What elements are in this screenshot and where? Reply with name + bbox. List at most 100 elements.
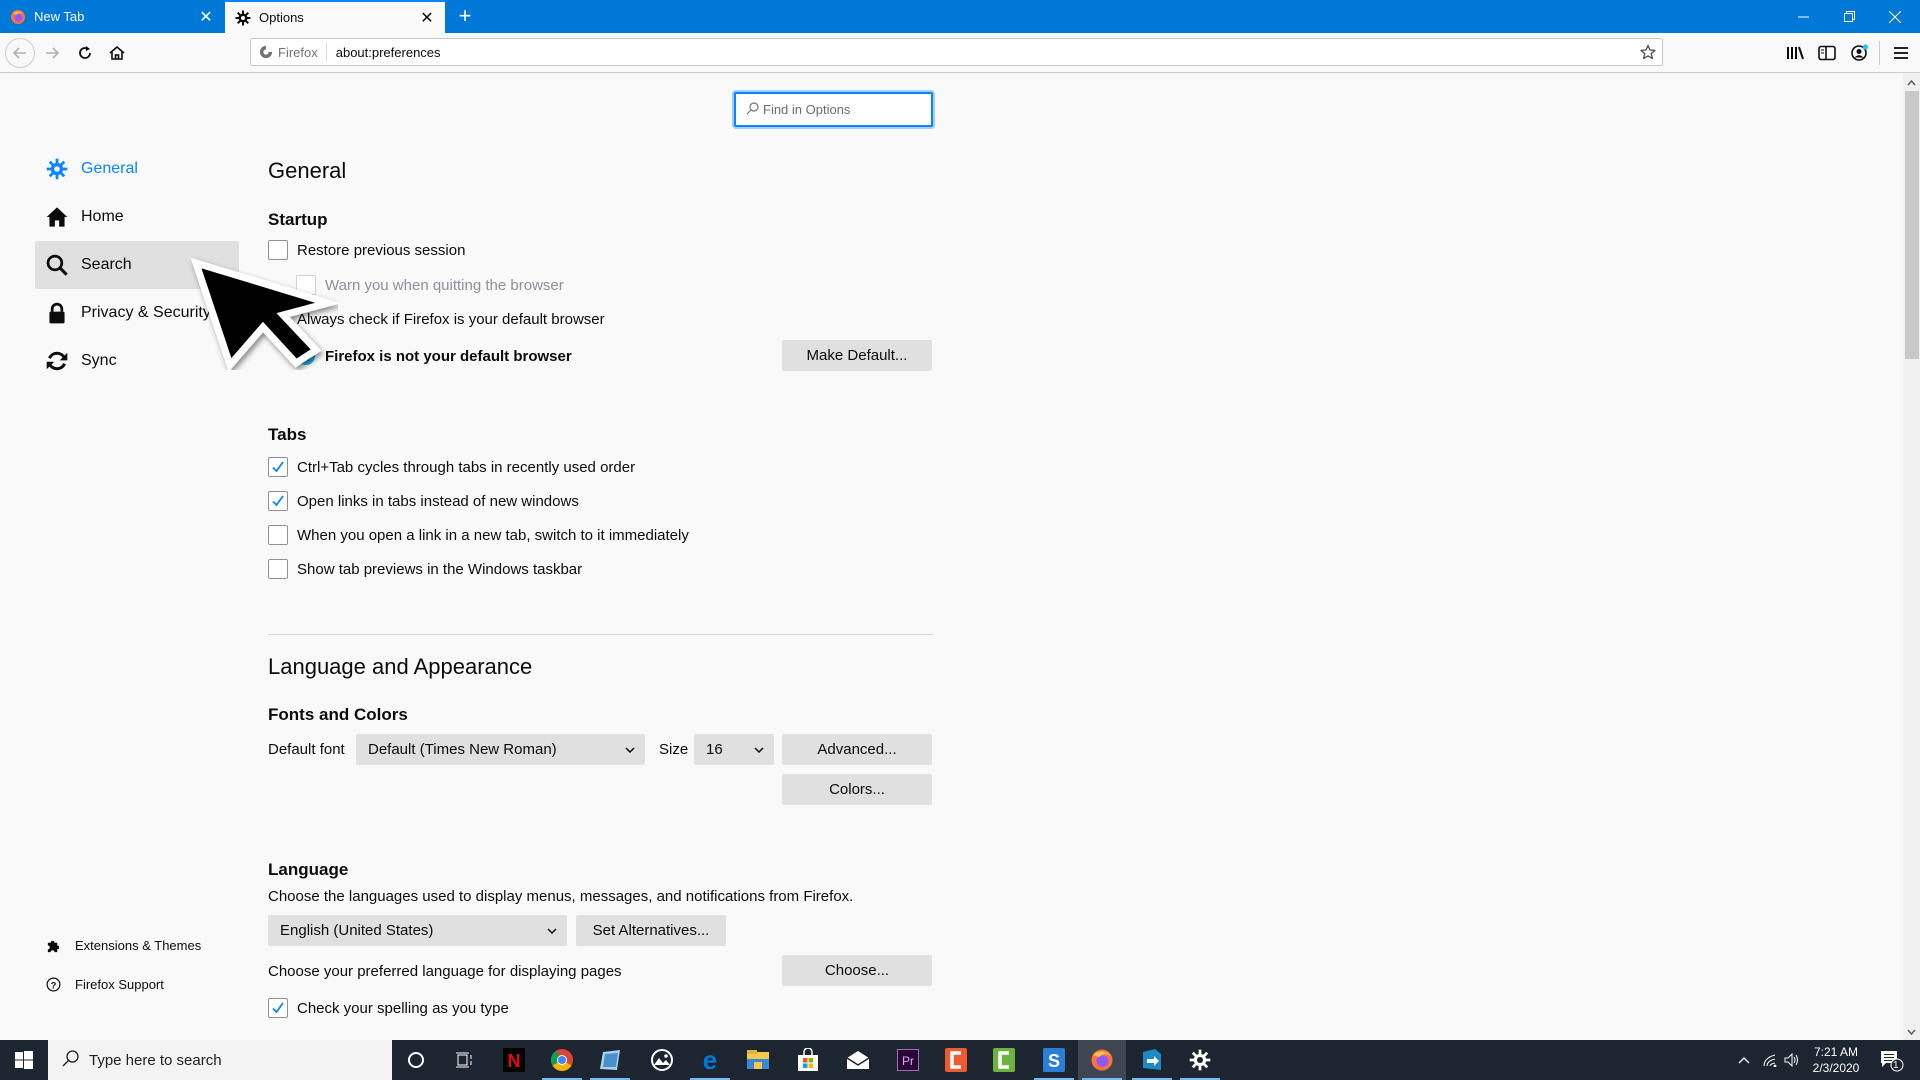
edge-app-icon[interactable]: e	[686, 1040, 734, 1080]
network-icon[interactable]	[1758, 1040, 1782, 1080]
reload-button[interactable]	[70, 38, 100, 68]
ui-language-select[interactable]: English (United States)	[268, 915, 567, 946]
close-tab-icon[interactable]: ✕	[198, 9, 214, 26]
chrome-app-icon[interactable]	[538, 1040, 586, 1080]
sidebar-item-label: Sync	[81, 352, 117, 369]
switch-to-new-tab-option[interactable]: When you open a link in a new tab, switc…	[268, 525, 689, 545]
find-in-options-field[interactable]	[763, 102, 913, 117]
always-check-default-checkbox[interactable]	[268, 309, 288, 329]
snagit-app-icon[interactable]: S	[1030, 1040, 1078, 1080]
sidebar-item-search[interactable]: Search	[35, 241, 239, 289]
show-hidden-icons-chevron[interactable]	[1732, 1040, 1756, 1080]
photos-app-icon[interactable]	[638, 1040, 686, 1080]
taskbar-search-box[interactable]: Type here to search	[48, 1040, 392, 1080]
firefox-logo-icon	[259, 45, 273, 59]
forward-button[interactable]	[37, 38, 67, 68]
ctrl-tab-label: Ctrl+Tab cycles through tabs in recently…	[297, 458, 636, 476]
default-font-select[interactable]: Default (Times New Roman)	[356, 734, 645, 765]
tab-label: Options	[259, 10, 304, 25]
store-app-icon[interactable]	[784, 1040, 832, 1080]
close-window-button[interactable]	[1872, 0, 1918, 33]
ctrl-tab-option[interactable]: Ctrl+Tab cycles through tabs in recently…	[268, 457, 635, 477]
taskbar-search-placeholder: Type here to search	[89, 1051, 222, 1069]
warn-quit-option: Warn you when quitting the browser	[296, 275, 564, 295]
settings-app-icon[interactable]	[1176, 1040, 1224, 1080]
premiere-app-icon[interactable]: Pr	[884, 1040, 932, 1080]
minimize-button[interactable]	[1780, 0, 1826, 33]
task-view-icon[interactable]	[440, 1040, 488, 1080]
find-in-options-input[interactable]	[734, 92, 933, 127]
teamviewer-app-icon[interactable]	[1128, 1040, 1176, 1080]
cortana-icon[interactable]	[392, 1040, 440, 1080]
spellcheck-checkbox[interactable]	[268, 998, 288, 1018]
url-bar[interactable]: Firefox about:preferences	[250, 38, 1663, 66]
tab-previews-option[interactable]: Show tab previews in the Windows taskbar	[268, 559, 582, 579]
switch-to-new-tab-checkbox[interactable]	[268, 525, 288, 545]
scrollbar-thumb[interactable]	[1905, 91, 1919, 359]
open-links-in-tabs-checkbox[interactable]	[268, 491, 288, 511]
action-center-icon[interactable]: 1	[1872, 1040, 1912, 1080]
open-links-in-tabs-option[interactable]: Open links in tabs instead of new window…	[268, 491, 579, 511]
notification-count: 1	[1893, 1060, 1899, 1071]
tab-previews-checkbox[interactable]	[268, 559, 288, 579]
sidebar-item-home[interactable]: Home	[35, 193, 239, 241]
new-tab-button[interactable]: +	[452, 4, 478, 30]
extensions-themes-link[interactable]: Extensions & Themes	[45, 938, 201, 953]
choose-language-button[interactable]: Choose...	[782, 955, 932, 986]
identity-box[interactable]: Firefox	[251, 43, 327, 61]
make-default-button[interactable]: Make Default...	[782, 340, 932, 371]
sidebar-item-sync[interactable]: Sync	[35, 337, 239, 385]
tab-new-tab[interactable]: New Tab ✕	[0, 0, 224, 33]
always-check-default-option[interactable]: Always check if Firefox is your default …	[268, 309, 605, 329]
sync-icon	[45, 349, 69, 373]
svg-text:?: ?	[50, 980, 56, 990]
search-icon	[62, 1049, 79, 1071]
set-alternatives-button[interactable]: Set Alternatives...	[576, 915, 726, 946]
url-text[interactable]: about:preferences	[327, 45, 1634, 60]
taskbar-clock[interactable]: 7:21 AM 2/3/2020	[1800, 1044, 1872, 1076]
spellcheck-label: Check your spelling as you type	[297, 999, 509, 1017]
scroll-down-icon[interactable]	[1903, 1023, 1920, 1040]
font-size-select[interactable]: 16	[694, 734, 774, 765]
ctrl-tab-checkbox[interactable]	[268, 457, 288, 477]
advanced-fonts-button[interactable]: Advanced...	[782, 734, 932, 765]
tab-options[interactable]: Options ✕	[225, 0, 445, 33]
start-button[interactable]	[0, 1040, 48, 1080]
close-tab-icon[interactable]: ✕	[419, 10, 435, 27]
puzzle-icon	[45, 938, 61, 953]
restore-button[interactable]	[1826, 0, 1872, 33]
search-icon	[746, 101, 759, 118]
svg-text:Pr: Pr	[902, 1054, 914, 1068]
menu-hamburger-icon[interactable]	[1886, 38, 1916, 68]
tabs-heading: Tabs	[268, 425, 307, 444]
sidebar-toggle-icon[interactable]	[1812, 38, 1842, 68]
camtasia-app-icon[interactable]	[932, 1040, 980, 1080]
file-explorer-icon[interactable]	[734, 1040, 782, 1080]
sidebar-item-label: General	[81, 160, 138, 177]
mail-app-icon[interactable]	[834, 1040, 882, 1080]
toolbar-separator	[1879, 41, 1880, 65]
scroll-up-icon[interactable]	[1903, 74, 1920, 91]
notepad-app-icon[interactable]	[586, 1040, 634, 1080]
firefox-support-label: Firefox Support	[75, 977, 164, 992]
bookmark-star-icon[interactable]	[1634, 44, 1662, 60]
extensions-themes-label: Extensions & Themes	[75, 938, 202, 953]
restore-session-checkbox[interactable]	[268, 240, 288, 260]
sidebar-item-general[interactable]: General	[35, 145, 239, 193]
home-button[interactable]	[102, 38, 132, 68]
camtasia-recorder-app-icon[interactable]	[980, 1040, 1028, 1080]
page-scrollbar[interactable]	[1903, 74, 1920, 1040]
account-icon[interactable]	[1845, 38, 1875, 68]
chevron-down-icon	[615, 746, 645, 753]
netflix-app-icon[interactable]: N	[490, 1040, 538, 1080]
back-button[interactable]	[5, 38, 35, 68]
firefox-app-icon[interactable]	[1078, 1040, 1126, 1080]
tab-label: New Tab	[34, 9, 85, 24]
gear-icon	[45, 157, 69, 181]
restore-session-option[interactable]: Restore previous session	[268, 240, 465, 260]
colors-button[interactable]: Colors...	[782, 774, 932, 805]
library-icon[interactable]	[1780, 38, 1810, 68]
sidebar-item-privacy-security[interactable]: Privacy & Security	[35, 289, 239, 337]
firefox-support-link[interactable]: ? Firefox Support	[45, 977, 164, 992]
spellcheck-option[interactable]: Check your spelling as you type	[268, 998, 509, 1018]
